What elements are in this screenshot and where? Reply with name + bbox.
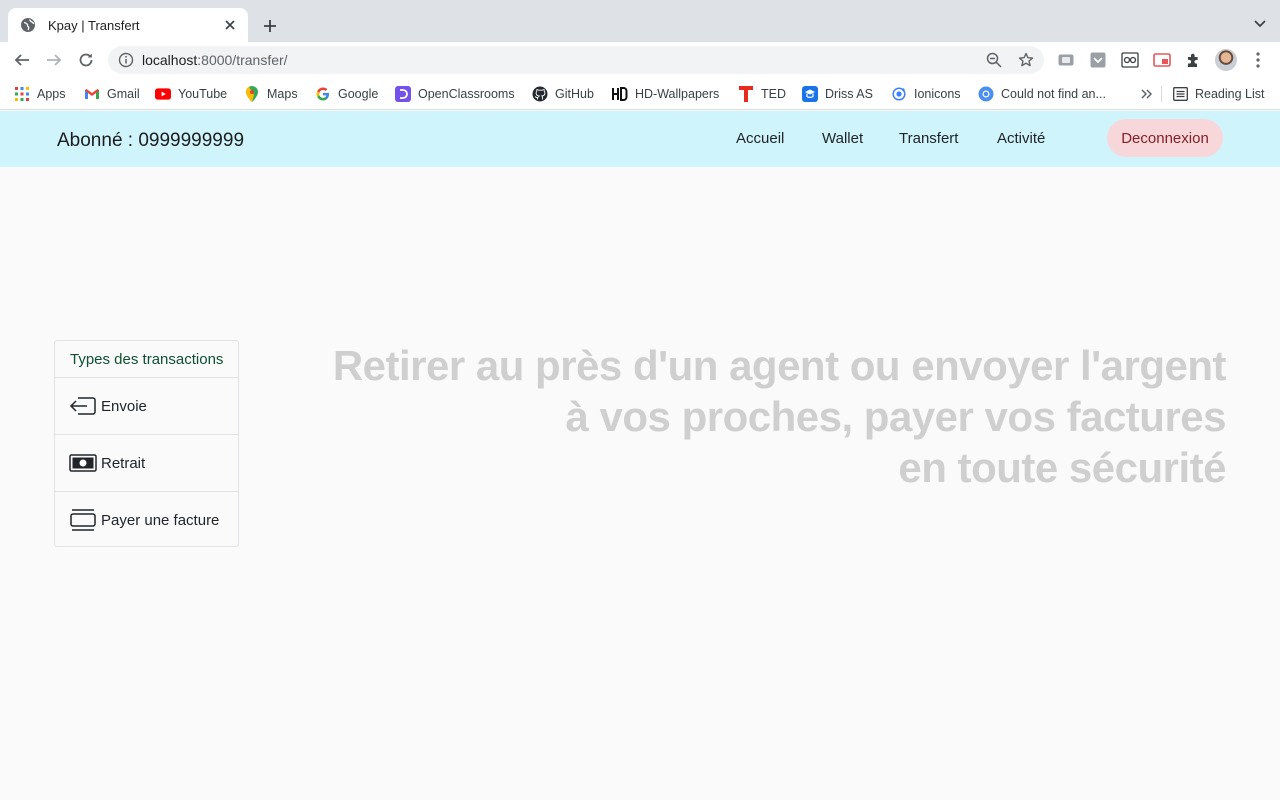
bookmark-google[interactable]: Google	[315, 85, 378, 103]
close-tab-icon[interactable]	[222, 17, 238, 33]
transaction-types-list: Types des transactions Envoie Retrait Pa…	[54, 340, 239, 547]
bookmark-github[interactable]: GitHub	[532, 85, 594, 103]
bookmark-maps[interactable]: Maps	[244, 85, 298, 103]
extensions-puzzle-icon[interactable]	[1184, 50, 1204, 70]
transaction-item-envoie[interactable]: Envoie	[55, 378, 238, 435]
hd-wallpapers-icon	[612, 86, 628, 102]
hero-line: à vos proches, payer vos factures	[565, 393, 1227, 440]
reading-list-button[interactable]: Reading List	[1172, 85, 1265, 103]
bookmarks-divider	[1161, 86, 1162, 102]
hero-tagline: Retirer au près d'un agent ou envoyer l'…	[300, 340, 1227, 493]
bookmark-openclassrooms[interactable]: OpenClassrooms	[395, 85, 515, 103]
transaction-item-retrait[interactable]: Retrait	[55, 435, 238, 492]
cash-icon	[69, 451, 97, 475]
back-icon[interactable]	[10, 48, 34, 72]
ionicons-icon	[891, 86, 907, 102]
new-tab-icon[interactable]	[258, 14, 282, 38]
bookmark-ted[interactable]: TED	[738, 85, 786, 103]
nav-link-transfert[interactable]: Transfert	[899, 130, 958, 147]
extension-pip-icon[interactable]	[1152, 50, 1172, 70]
bookmark-apps[interactable]: Apps	[14, 85, 66, 103]
bookmarks-bar: Apps Gmail YouTube Maps Google OpenClass…	[0, 78, 1280, 110]
bookmark-could-not-find[interactable]: Could not find an...	[978, 85, 1106, 103]
transaction-item-payer-facture[interactable]: Payer une facture	[55, 492, 238, 548]
app-navbar: Abonné : 0999999999 Accueil Wallet Trans…	[0, 111, 1280, 167]
browser-tab[interactable]: Kpay | Transfert	[8, 8, 248, 42]
bill-icon	[69, 508, 97, 532]
extension-pocket-icon[interactable]	[1088, 50, 1108, 70]
globe-icon	[20, 17, 36, 33]
tab-title: Kpay | Transfert	[48, 17, 140, 33]
hero-line: en toute sécurité	[898, 444, 1226, 491]
logout-button[interactable]: Deconnexion	[1107, 119, 1223, 157]
ted-icon	[738, 86, 754, 102]
nav-link-accueil[interactable]: Accueil	[736, 130, 784, 147]
nav-link-wallet[interactable]: Wallet	[822, 130, 863, 147]
address-bar[interactable]: localhost:8000/transfer/	[108, 46, 1044, 74]
google-icon	[315, 86, 331, 102]
chrome-page-icon	[978, 86, 994, 102]
bookmark-hd-wallpapers[interactable]: HD-Wallpapers	[612, 85, 719, 103]
subscriber-label: Abonné : 0999999999	[57, 130, 245, 151]
bookmark-youtube[interactable]: YouTube	[155, 85, 227, 103]
star-icon[interactable]	[1017, 51, 1035, 69]
extension-screenshot-icon[interactable]	[1056, 50, 1076, 70]
extension-reader-icon[interactable]	[1120, 50, 1140, 70]
site-info-icon[interactable]	[118, 52, 134, 68]
transaction-types-header: Types des transactions	[55, 341, 238, 378]
forward-icon[interactable]	[42, 48, 66, 72]
tab-search-chevron-icon[interactable]	[1250, 14, 1270, 34]
nav-link-activite[interactable]: Activité	[997, 130, 1045, 147]
transaction-item-label: Envoie	[101, 397, 147, 415]
url-text: localhost:8000/transfer/	[142, 52, 288, 68]
apps-grid-icon	[14, 86, 30, 102]
gmail-icon	[84, 86, 100, 102]
driss-icon	[802, 86, 818, 102]
transaction-item-label: Payer une facture	[101, 511, 220, 529]
bookmark-ionicons[interactable]: Ionicons	[891, 85, 961, 103]
profile-avatar[interactable]	[1215, 49, 1237, 71]
openclassrooms-icon	[395, 86, 411, 102]
bookmarks-overflow-icon[interactable]	[1141, 85, 1152, 103]
transaction-item-label: Retrait	[101, 454, 146, 472]
browser-toolbar: localhost:8000/transfer/	[0, 42, 1280, 78]
browser-menu-icon[interactable]	[1250, 50, 1266, 70]
reading-list-icon	[1172, 86, 1188, 102]
reload-icon[interactable]	[74, 48, 98, 72]
bookmark-gmail[interactable]: Gmail	[84, 85, 140, 103]
send-icon	[69, 394, 97, 418]
bookmark-driss-as[interactable]: Driss AS	[802, 85, 873, 103]
youtube-icon	[155, 86, 171, 102]
maps-icon	[244, 86, 260, 102]
github-icon	[532, 86, 548, 102]
browser-tabstrip: Kpay | Transfert	[0, 0, 1280, 42]
hero-line: Retirer au près d'un agent ou envoyer l'…	[332, 342, 1227, 389]
zoom-icon[interactable]	[985, 51, 1003, 69]
